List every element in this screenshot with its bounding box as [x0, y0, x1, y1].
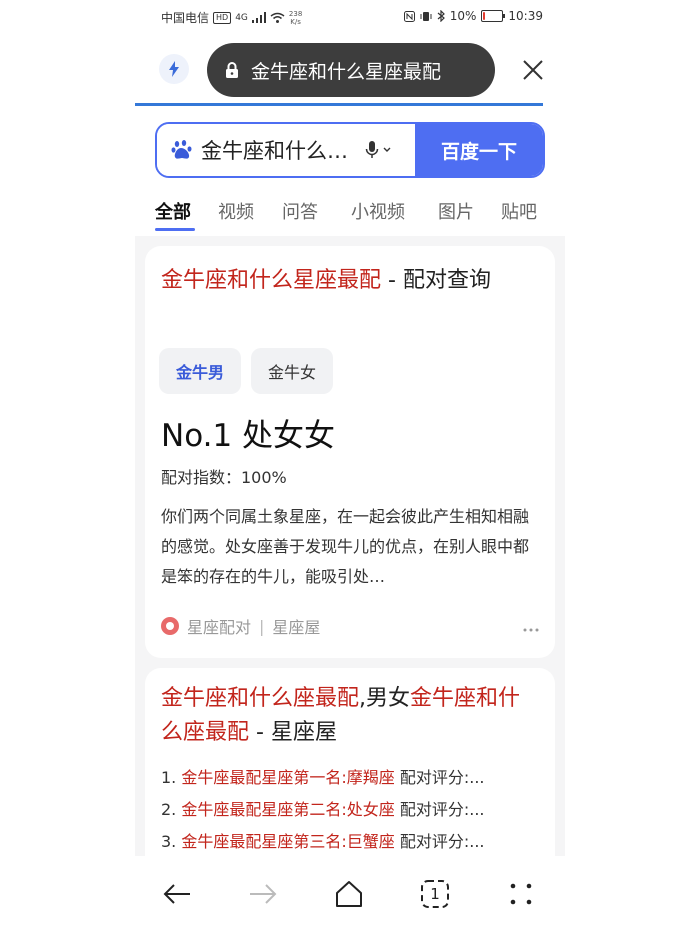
bottom-navigation: 1 — [135, 856, 565, 932]
tab-images[interactable]: 图片 — [438, 198, 474, 224]
phone-screen: 中国电信 HD 4G 238 K/s 10% 10:39 金牛座和什么星座最配 … — [135, 0, 565, 932]
menu-button[interactable] — [503, 876, 539, 912]
list-rest: 配对评分:... — [394, 768, 485, 787]
search-input[interactable]: 金牛座和什么星座最配 — [157, 124, 415, 176]
hd-badge: HD — [213, 11, 232, 24]
status-bar: 中国电信 HD 4G 238 K/s 10% 10:39 — [135, 0, 565, 34]
top-match: No.1 处女女 — [161, 418, 336, 454]
status-left: 中国电信 HD 4G 238 K/s — [161, 9, 302, 26]
bluetooth-icon — [437, 10, 445, 22]
arrow-right-icon — [250, 884, 277, 904]
battery-level — [483, 12, 486, 20]
ranking-list: 1. 金牛座最配星座第一名:摩羯座 配对评分:... 2. 金牛座最配星座第二名… — [161, 762, 541, 856]
match-score: 配对指数：100% — [161, 468, 287, 487]
close-button[interactable] — [519, 56, 547, 84]
source-site: 星座屋 — [272, 618, 321, 637]
battery-percent: 10% — [449, 9, 477, 23]
back-button[interactable] — [159, 876, 195, 912]
close-icon — [523, 60, 543, 80]
tab-qa[interactable]: 问答 — [282, 198, 318, 224]
home-button[interactable] — [331, 876, 367, 912]
url-pill[interactable]: 金牛座和什么星座最配 — [207, 43, 495, 97]
forward-button[interactable] — [245, 876, 281, 912]
result-card: 金牛座和什么座最配,男女金牛座和什么座最配 - 星座屋 1. 金牛座最配星座第一… — [145, 668, 555, 856]
status-right: 10% 10:39 — [403, 9, 543, 23]
tabs-button[interactable]: 1 — [417, 876, 453, 912]
url-bar: 金牛座和什么星座最配 — [135, 40, 565, 100]
list-number: 1. — [161, 768, 182, 787]
list-item[interactable]: 1. 金牛座最配星座第一名:摩羯座 配对评分:... — [161, 762, 541, 794]
vibrate-icon — [420, 11, 432, 21]
microphone-icon — [365, 141, 379, 158]
title-part: 金牛座 — [410, 686, 477, 711]
lightning-icon — [169, 61, 179, 77]
search-box: 金牛座和什么星座最配 百度一下 — [155, 122, 545, 178]
search-button[interactable]: 百度一下 — [415, 124, 543, 176]
clock: 10:39 — [508, 9, 543, 23]
lock-icon — [225, 62, 239, 78]
chevron-down-icon — [383, 147, 391, 152]
chip-taurus-male[interactable]: 金牛男 — [159, 348, 242, 394]
active-tab-indicator — [155, 228, 195, 231]
list-rest: 配对评分:... — [394, 800, 485, 819]
wifi-icon — [270, 12, 285, 23]
page-load-progress — [135, 103, 543, 106]
list-number: 3. — [161, 832, 182, 851]
result-title-link[interactable]: 金牛座和什么座最配,男女金牛座和什么座最配 - 星座屋 — [161, 682, 541, 750]
url-title: 金牛座和什么星座最配 — [251, 60, 442, 83]
result-title-suffix: - 配对查询 — [381, 268, 491, 293]
result-title-link[interactable]: 金牛座和什么星座最配 - 配对查询 — [161, 264, 541, 298]
signal-type: 4G — [235, 12, 248, 23]
result-description: 你们两个同属土象星座，在一起会彼此产生相知相融的感觉。处女座善于发现牛儿的优点，… — [161, 507, 530, 586]
more-options-button[interactable] — [523, 620, 539, 636]
tab-short-video[interactable]: 小视频 — [351, 198, 405, 224]
battery-icon — [481, 10, 506, 22]
arrow-left-icon — [163, 884, 190, 904]
home-icon — [336, 881, 362, 907]
title-part: ,男女 — [359, 686, 411, 711]
tab-tieba[interactable]: 贴吧 — [501, 198, 537, 224]
baidu-paw-icon — [171, 139, 193, 161]
gender-chips: 金牛男 金牛女 — [159, 348, 334, 394]
source-name: 星座配对 — [187, 618, 252, 637]
search-tabs: 全部 视频 问答 小视频 图片 贴吧 — [135, 190, 565, 232]
result-title-highlight: 金牛座和什么星座最配 — [161, 268, 382, 293]
carrier-label: 中国电信 — [161, 11, 210, 25]
quick-action-button[interactable] — [159, 54, 189, 84]
list-rest: 配对评分:... — [394, 832, 485, 851]
chip-taurus-female[interactable]: 金牛女 — [251, 348, 334, 394]
list-item[interactable]: 2. 金牛座最配星座第二名:处女座 配对评分:... — [161, 794, 541, 826]
nfc-icon — [403, 10, 415, 22]
net-speed-unit: K/s — [290, 17, 301, 26]
tab-all[interactable]: 全部 — [155, 198, 191, 224]
list-highlight: 金牛座最配星座第二名:处女座 — [181, 800, 395, 819]
signal-icon — [251, 12, 266, 23]
result-source[interactable]: 星座配对 | 星座屋 — [161, 614, 320, 638]
net-speed: 238 K/s — [289, 10, 302, 26]
title-part: - 星座屋 — [249, 720, 337, 745]
list-number: 2. — [161, 800, 182, 819]
tab-count: 1 — [430, 885, 440, 903]
tab-video[interactable]: 视频 — [218, 198, 254, 224]
title-part: 金牛座和什么座最配 — [161, 686, 360, 711]
list-item[interactable]: 3. 金牛座最配星座第三名:巨蟹座 配对评分:... — [161, 826, 541, 856]
source-logo-icon — [161, 617, 179, 635]
results-feed: 金牛座和什么星座最配 - 配对查询 金牛男 金牛女 No.1 处女女 配对指数：… — [135, 236, 565, 856]
source-separator: | — [259, 616, 265, 636]
more-dots-icon — [523, 628, 539, 632]
search-query: 金牛座和什么星座最配 — [201, 139, 351, 163]
net-speed-value: 238 — [288, 9, 303, 18]
list-highlight: 金牛座最配星座第一名:摩羯座 — [181, 768, 395, 787]
list-highlight: 金牛座最配星座第三名:巨蟹座 — [181, 832, 395, 851]
result-card: 金牛座和什么星座最配 - 配对查询 金牛男 金牛女 No.1 处女女 配对指数：… — [145, 246, 555, 658]
voice-search-button[interactable] — [365, 140, 391, 160]
grid-menu-icon — [510, 883, 532, 905]
